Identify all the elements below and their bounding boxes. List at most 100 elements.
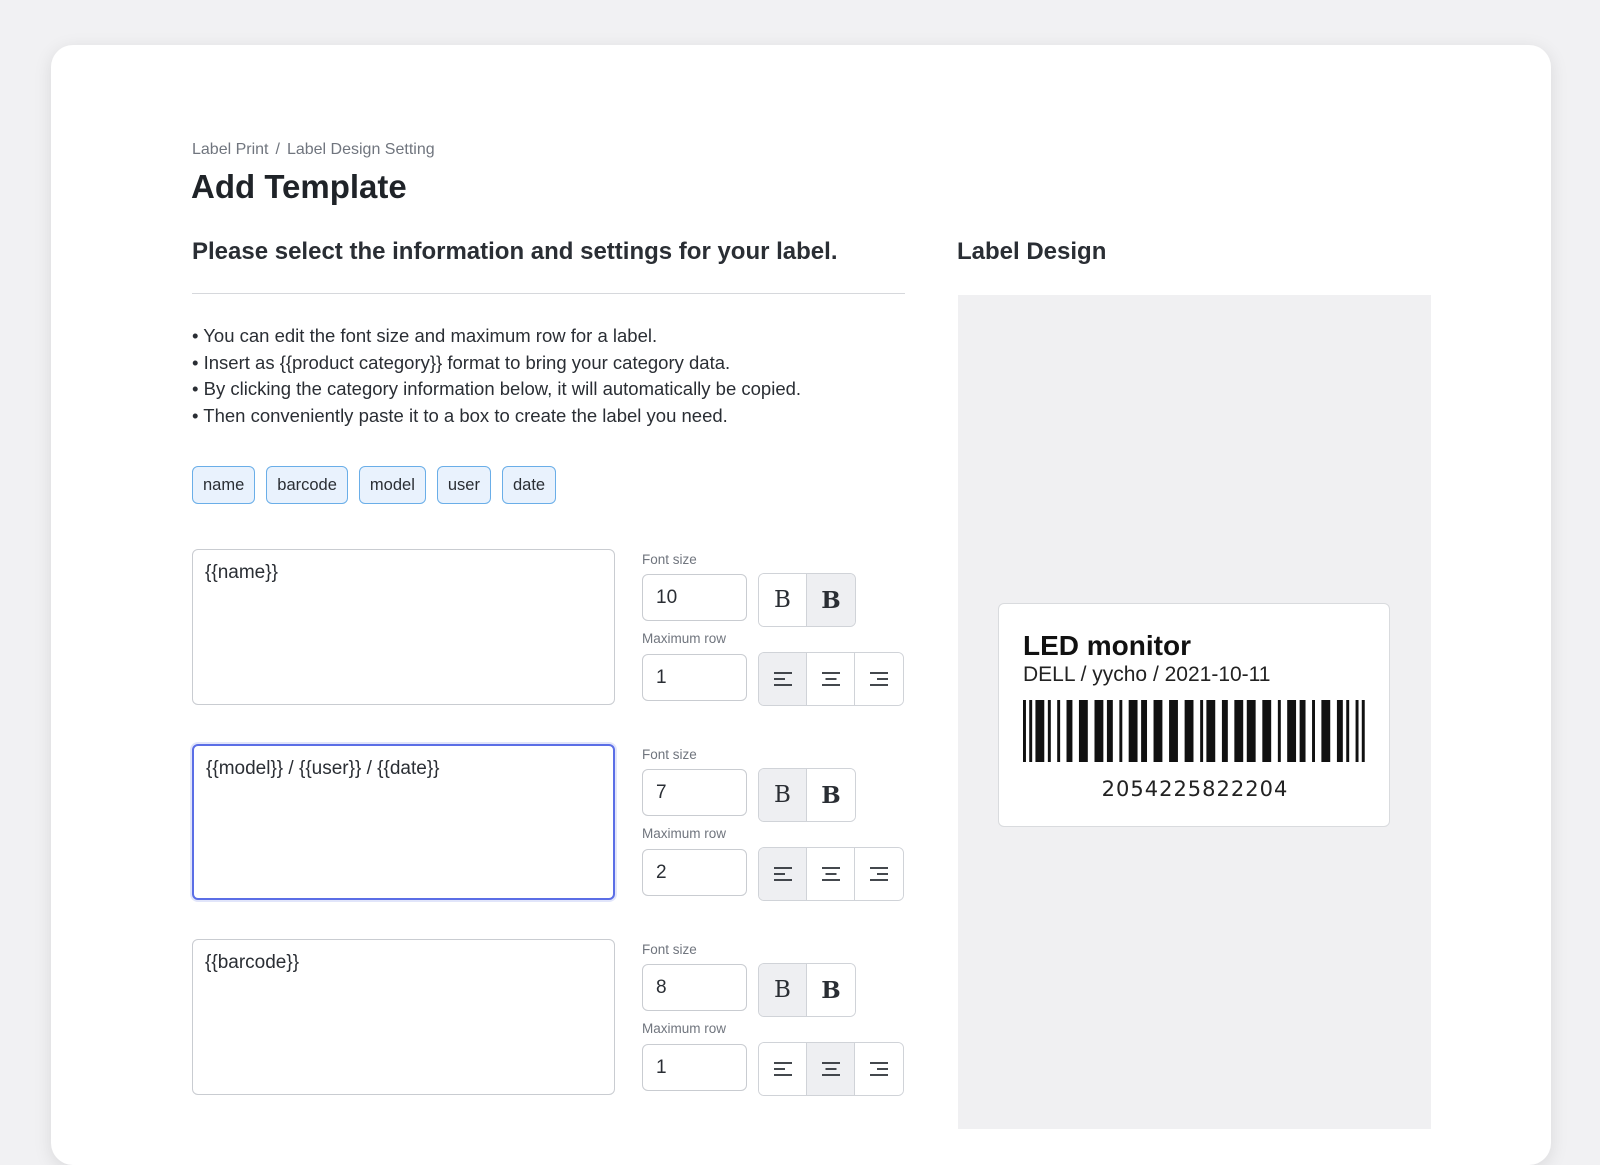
barcode-bar xyxy=(1277,700,1281,762)
page-title: Add Template xyxy=(191,168,407,205)
barcode-bar xyxy=(1023,700,1026,762)
barcode-bar xyxy=(1078,700,1088,762)
breadcrumb: Label Print / Label Design Setting xyxy=(192,141,435,159)
barcode-bar xyxy=(1234,700,1244,762)
bold-weight-button[interactable]: B xyxy=(807,574,855,626)
barcode-bar xyxy=(1346,700,1350,762)
barcode-bar xyxy=(1128,700,1138,762)
align-left-button[interactable] xyxy=(759,1043,807,1095)
label-line-row: {{name}} Font size 10 Maximum row 1 B B xyxy=(192,549,905,706)
bold-b-icon: B xyxy=(821,781,841,809)
section-divider xyxy=(192,293,905,294)
instruction-item: • Insert as {{product category}} format … xyxy=(192,351,731,373)
category-tags: name barcode model user date xyxy=(192,466,567,504)
label-line-textarea[interactable]: {{barcode}} xyxy=(192,939,615,1095)
align-right-icon xyxy=(870,1062,888,1076)
align-center-icon xyxy=(821,1062,840,1076)
barcode-bar xyxy=(1312,700,1315,762)
font-size-label: Font size xyxy=(642,942,697,957)
align-center-button[interactable] xyxy=(807,848,855,900)
preview-title: Label Design xyxy=(957,238,1107,265)
label-preview-pane: LED monitor DELL / yycho / 2021-10-11 20… xyxy=(958,295,1431,1129)
align-left-icon xyxy=(773,672,792,686)
font-size-input[interactable]: 10 xyxy=(642,574,747,621)
barcode-bar xyxy=(1035,700,1045,762)
max-row-input[interactable]: 1 xyxy=(642,654,747,701)
barcode-bar xyxy=(1221,700,1228,762)
barcode-bar xyxy=(1336,700,1343,762)
align-left-button[interactable] xyxy=(759,653,807,705)
barcode-number: 2054225822204 xyxy=(1101,777,1289,801)
barcode-bar xyxy=(1262,700,1272,762)
bold-weight-button[interactable]: B xyxy=(807,964,855,1016)
tag-model[interactable]: model xyxy=(358,466,426,504)
alignment-toggle xyxy=(758,1042,904,1096)
instruction-item: • You can edit the font size and maximum… xyxy=(192,325,658,346)
font-size-label: Font size xyxy=(642,747,697,762)
alignment-toggle xyxy=(758,847,904,901)
regular-weight-button[interactable]: B xyxy=(759,769,807,821)
barcode-bar xyxy=(1321,700,1331,762)
barcode-bar xyxy=(1355,700,1359,762)
barcode-bar xyxy=(1047,700,1051,762)
weight-toggle: B B xyxy=(758,768,856,822)
font-size-input[interactable]: 7 xyxy=(642,769,747,816)
label-product-name: LED monitor xyxy=(1023,630,1191,661)
barcode-bar xyxy=(1169,700,1178,762)
barcode-bar xyxy=(1200,700,1204,762)
weight-toggle: B B xyxy=(758,963,856,1017)
regular-b-icon: B xyxy=(774,782,791,808)
barcode-bar xyxy=(1153,700,1163,762)
align-right-button[interactable] xyxy=(855,653,903,705)
max-row-input[interactable]: 1 xyxy=(642,1044,747,1091)
font-size-label: Font size xyxy=(642,552,697,567)
label-line-row: {{barcode}} Font size 8 Maximum row 1 B … xyxy=(192,939,905,1096)
regular-weight-button[interactable]: B xyxy=(759,574,807,626)
align-center-icon xyxy=(821,867,840,881)
max-row-input[interactable]: 2 xyxy=(642,849,747,896)
bold-b-icon: B xyxy=(821,586,841,614)
bold-b-icon: B xyxy=(821,976,841,1004)
align-left-button[interactable] xyxy=(759,848,807,900)
bold-weight-button[interactable]: B xyxy=(807,769,855,821)
label-line-textarea[interactable]: {{model}} / {{user}} / {{date}} xyxy=(192,744,615,900)
barcode-bar xyxy=(1141,700,1148,762)
align-right-icon xyxy=(870,672,888,686)
max-row-label: Maximum row xyxy=(642,631,727,646)
align-left-icon xyxy=(773,867,792,881)
instruction-item: • By clicking the category information b… xyxy=(192,378,802,399)
barcode-bar xyxy=(1057,700,1061,762)
tag-user[interactable]: user xyxy=(436,466,491,504)
max-row-label: Maximum row xyxy=(642,826,727,841)
max-row-label: Maximum row xyxy=(642,1021,727,1036)
align-right-button[interactable] xyxy=(855,848,903,900)
tag-date[interactable]: date xyxy=(501,466,557,504)
align-center-icon xyxy=(821,672,840,686)
barcode-bar xyxy=(1119,700,1123,762)
tag-barcode[interactable]: barcode xyxy=(266,466,348,504)
form-section-title: Please select the information and settin… xyxy=(192,238,838,265)
align-center-button[interactable] xyxy=(807,1043,855,1095)
breadcrumb-parent-link[interactable]: Label Print xyxy=(192,141,269,158)
label-line-textarea[interactable]: {{name}} xyxy=(192,549,615,705)
breadcrumb-separator: / xyxy=(275,141,280,158)
tag-name[interactable]: name xyxy=(192,466,256,504)
align-center-button[interactable] xyxy=(807,653,855,705)
barcode-bar xyxy=(1106,700,1113,762)
regular-b-icon: B xyxy=(774,977,791,1003)
label-meta-line: DELL / yycho / 2021-10-11 xyxy=(1023,663,1271,686)
align-right-button[interactable] xyxy=(855,1043,903,1095)
barcode-bar xyxy=(1094,700,1104,762)
barcode-bar xyxy=(1361,700,1365,762)
instructions-list: • You can edit the font size and maximum… xyxy=(192,323,801,429)
weight-toggle: B B xyxy=(758,573,856,627)
barcode-bar xyxy=(1184,700,1194,762)
regular-weight-button[interactable]: B xyxy=(759,964,807,1016)
barcode-bar xyxy=(1287,700,1297,762)
barcode-bar xyxy=(1299,700,1306,762)
breadcrumb-current: Label Design Setting xyxy=(286,141,435,158)
instruction-item: • Then conveniently paste it to a box to… xyxy=(192,404,728,426)
label-preview-card: LED monitor DELL / yycho / 2021-10-11 20… xyxy=(998,603,1390,827)
barcode-bar xyxy=(1066,700,1073,762)
font-size-input[interactable]: 8 xyxy=(642,964,747,1011)
